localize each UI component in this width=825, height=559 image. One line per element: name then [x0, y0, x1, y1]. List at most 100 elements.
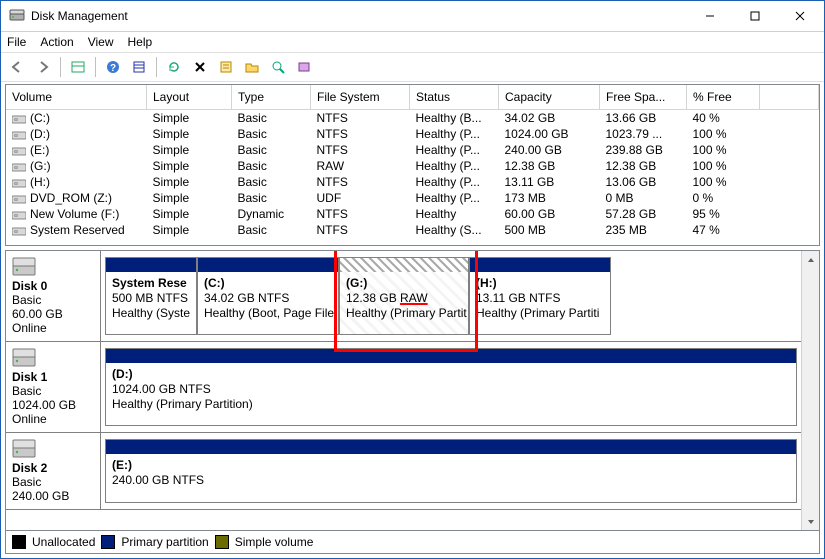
disk-header[interactable]: Disk 1Basic1024.00 GBOnline [6, 342, 101, 432]
drive-icon [12, 177, 26, 188]
disk-row[interactable]: Disk 1Basic1024.00 GBOnline(D:)1024.00 G… [6, 342, 801, 433]
drive-icon [12, 129, 26, 140]
table-row[interactable]: (E:)SimpleBasicNTFSHealthy (P...240.00 G… [6, 142, 819, 158]
col-fs[interactable]: File System [311, 85, 410, 110]
drive-icon [12, 161, 26, 172]
disk-icon [12, 348, 36, 368]
partition-size: 1024.00 GB NTFS [112, 382, 211, 396]
partition-size: 34.02 GB NTFS [204, 291, 289, 305]
vertical-scrollbar[interactable] [801, 251, 819, 530]
table-row[interactable]: DVD_ROM (Z:)SimpleBasicUDFHealthy (P...1… [6, 190, 819, 206]
table-row[interactable]: (C:)SimpleBasicNTFSHealthy (B...34.02 GB… [6, 110, 819, 127]
toolbar: ? [1, 52, 824, 82]
disk-partitions: (D:)1024.00 GB NTFSHealthy (Primary Part… [101, 342, 801, 432]
minimize-button[interactable] [687, 2, 732, 30]
properties-button[interactable] [214, 55, 238, 79]
partition-title: (G:) [346, 276, 367, 290]
legend-unallocated: Unallocated [32, 535, 95, 549]
table-row[interactable]: (G:)SimpleBasicRAWHealthy (P...12.38 GB1… [6, 158, 819, 174]
col-type[interactable]: Type [232, 85, 311, 110]
disk-map-pane[interactable]: Disk 0Basic60.00 GBOnlineSystem Rese500 … [5, 250, 820, 531]
col-capacity[interactable]: Capacity [499, 85, 600, 110]
col-spacer [760, 85, 819, 110]
disk-icon [12, 257, 36, 277]
action-center-button[interactable] [292, 55, 316, 79]
disk-row[interactable]: Disk 0Basic60.00 GBOnlineSystem Rese500 … [6, 251, 801, 342]
partition[interactable]: (E:)240.00 GB NTFS [105, 439, 797, 503]
disk-header[interactable]: Disk 0Basic60.00 GBOnline [6, 251, 101, 341]
col-pct[interactable]: % Free [687, 85, 760, 110]
back-button[interactable] [5, 55, 29, 79]
disk-type: Basic [12, 475, 41, 489]
partition-body: (E:)240.00 GB NTFS [106, 454, 796, 502]
close-button[interactable] [777, 2, 822, 30]
window-title: Disk Management [31, 9, 687, 23]
col-layout[interactable]: Layout [147, 85, 232, 110]
svg-text:?: ? [110, 63, 116, 74]
table-row[interactable]: (H:)SimpleBasicNTFSHealthy (P...13.11 GB… [6, 174, 819, 190]
col-status[interactable]: Status [410, 85, 499, 110]
partition-status: Healthy (Primary Partition) [112, 397, 253, 411]
table-row[interactable]: (D:)SimpleBasicNTFSHealthy (P...1024.00 … [6, 126, 819, 142]
settings-list-button[interactable] [127, 55, 151, 79]
find-button[interactable] [266, 55, 290, 79]
table-row[interactable]: System ReservedSimpleBasicNTFSHealthy (S… [6, 222, 819, 238]
volume-table: Volume Layout Type File System Status Ca… [6, 85, 819, 238]
drive-icon [12, 145, 26, 156]
forward-button[interactable] [31, 55, 55, 79]
partition-cap [106, 349, 796, 363]
partition-title: (H:) [476, 276, 497, 290]
col-volume[interactable]: Volume [6, 85, 147, 110]
volume-list-pane[interactable]: Volume Layout Type File System Status Ca… [5, 84, 820, 246]
menu-help[interactable]: Help [128, 35, 153, 49]
drive-icon [12, 193, 26, 204]
menu-action[interactable]: Action [40, 35, 73, 49]
partition-size: 500 MB NTFS [112, 291, 188, 305]
disk-row[interactable]: Disk 2Basic240.00 GB(E:)240.00 GB NTFS [6, 433, 801, 510]
partition-cap [470, 258, 610, 272]
disk-type: Basic [12, 384, 41, 398]
legend-simple: Simple volume [235, 535, 314, 549]
partition-cap [106, 258, 196, 272]
legend-swatch-primary [101, 535, 115, 549]
disk-name: Disk 0 [12, 279, 47, 293]
partition[interactable]: (G:)12.38 GB RAWHealthy (Primary Partit [339, 257, 469, 335]
legend-swatch-unallocated [12, 535, 26, 549]
partition-status: Healthy (Primary Partit [346, 306, 467, 320]
partition-body: (G:)12.38 GB RAWHealthy (Primary Partit [340, 272, 468, 334]
menubar: File Action View Help [1, 32, 824, 52]
drive-icon [12, 225, 26, 236]
refresh-button[interactable] [162, 55, 186, 79]
legend: Unallocated Primary partition Simple vol… [5, 531, 820, 554]
partition-title: System Rese [112, 276, 187, 290]
table-row[interactable]: New Volume (F:)SimpleDynamicNTFSHealthy6… [6, 206, 819, 222]
help-button[interactable]: ? [101, 55, 125, 79]
disk-size: 60.00 GB [12, 307, 63, 321]
partition-cap [198, 258, 338, 272]
partition[interactable]: (H:)13.11 GB NTFSHealthy (Primary Partit… [469, 257, 611, 335]
col-free[interactable]: Free Spa... [600, 85, 687, 110]
disk-type: Basic [12, 293, 41, 307]
titlebar[interactable]: Disk Management [1, 1, 824, 32]
partition-size: 13.11 GB NTFS [476, 291, 560, 305]
menu-file[interactable]: File [7, 35, 26, 49]
partition-status: Healthy (Syste [112, 306, 190, 320]
maximize-button[interactable] [732, 2, 777, 30]
disk-management-window: Disk Management File Action View Help ? [0, 0, 825, 559]
menu-view[interactable]: View [88, 35, 114, 49]
open-folder-button[interactable] [240, 55, 264, 79]
partition[interactable]: (C:)34.02 GB NTFSHealthy (Boot, Page Fil… [197, 257, 339, 335]
partition[interactable]: (D:)1024.00 GB NTFSHealthy (Primary Part… [105, 348, 797, 426]
disk-partitions: (E:)240.00 GB NTFS [101, 433, 801, 509]
scroll-down-button[interactable] [802, 513, 819, 530]
delete-button[interactable] [188, 55, 212, 79]
show-hide-console-button[interactable] [66, 55, 90, 79]
toolbar-divider [95, 57, 96, 77]
partition-body: (D:)1024.00 GB NTFSHealthy (Primary Part… [106, 363, 796, 425]
scroll-up-button[interactable] [802, 251, 819, 268]
app-icon [9, 8, 25, 24]
disk-header[interactable]: Disk 2Basic240.00 GB [6, 433, 101, 509]
partition[interactable]: System Rese500 MB NTFSHealthy (Syste [105, 257, 197, 335]
partition-size: 240.00 GB NTFS [112, 473, 204, 487]
disk-icon [12, 439, 36, 459]
